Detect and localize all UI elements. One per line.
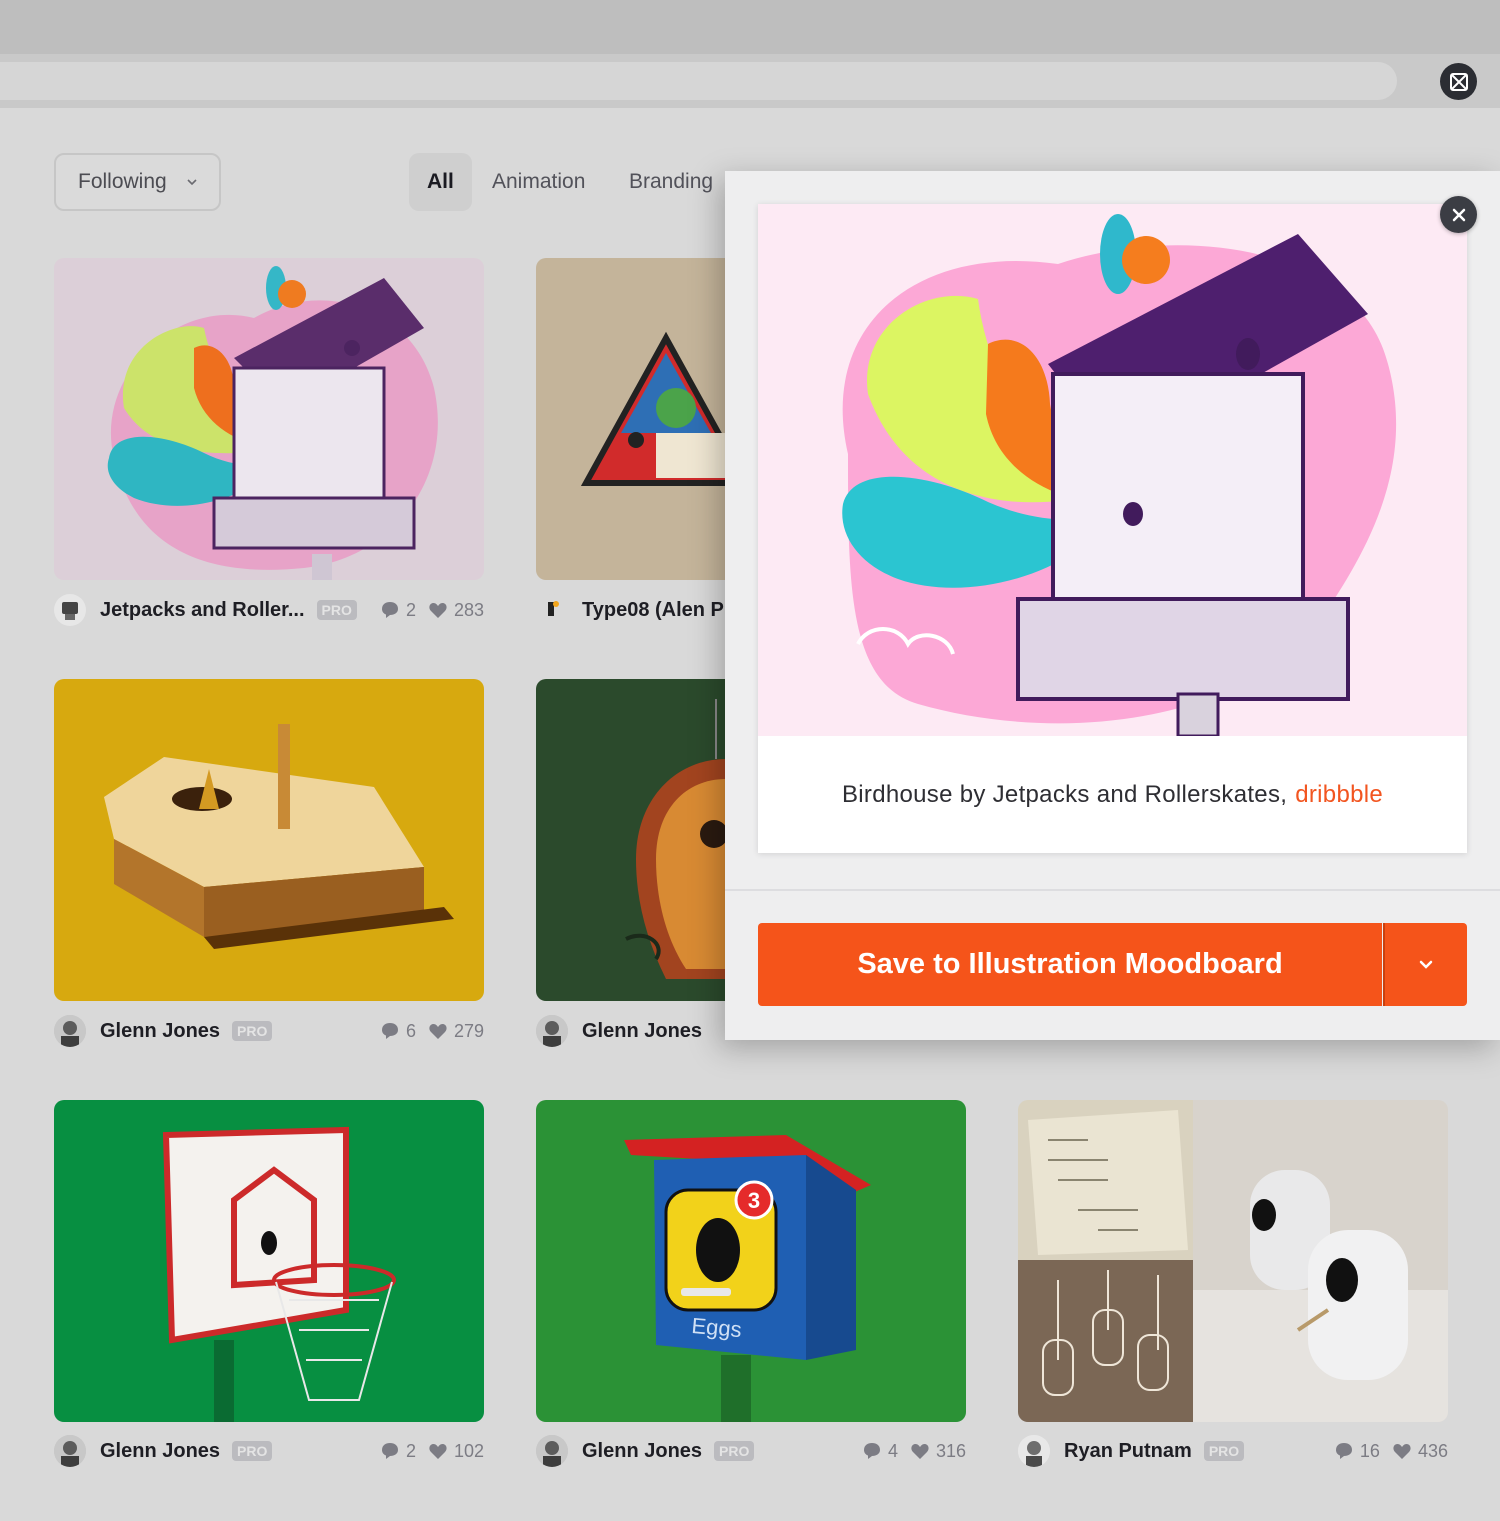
shot-thumbnail[interactable] <box>54 679 484 1001</box>
avatar[interactable] <box>54 1435 86 1467</box>
comment-icon <box>863 1443 880 1459</box>
pro-badge: PRO <box>1203 1441 1245 1461</box>
author-name[interactable]: Glenn Jones <box>582 1440 702 1463</box>
browser-titlebar <box>0 0 1500 54</box>
tab-animation-label: Animation <box>492 170 586 193</box>
comment-count: 16 <box>1359 1440 1380 1461</box>
heart-icon <box>911 1444 929 1459</box>
like-count: 316 <box>935 1440 966 1461</box>
close-icon[interactable] <box>1440 196 1477 233</box>
shot-meta: Ryan Putnam PRO 16 436 <box>1018 1431 1448 1471</box>
shot-meta: Glenn Jones PRO 4 316 <box>536 1431 966 1471</box>
like-count: 436 <box>1417 1440 1448 1461</box>
save-to-moodboard-button[interactable]: Save to Illustration Moodboard <box>758 923 1382 1006</box>
shot-stats: 6 279 <box>380 1021 484 1042</box>
comment-count: 2 <box>405 1440 416 1461</box>
comment-count: 2 <box>405 599 416 620</box>
extension-icon[interactable] <box>1440 63 1477 100</box>
shot-meta: Glenn Jones PRO 6 279 <box>54 1011 484 1051</box>
address-bar[interactable] <box>0 62 1397 100</box>
avatar[interactable] <box>536 1015 568 1047</box>
pro-badge: PRO <box>232 1441 273 1461</box>
chevron-down-icon <box>185 175 199 189</box>
author-name[interactable]: Jetpacks and Roller... <box>100 599 305 622</box>
source-link[interactable]: dribbble <box>1295 781 1383 809</box>
tab-all-label: All <box>427 170 454 193</box>
avatar[interactable] <box>54 594 86 626</box>
shot-meta: Jetpacks and Roller... PRO 2 283 <box>54 590 484 630</box>
like-count: 279 <box>453 1020 484 1041</box>
comment-count: 6 <box>405 1020 416 1041</box>
save-button-label: Save to Illustration Moodboard <box>857 948 1283 980</box>
comment-icon <box>1335 1443 1352 1459</box>
preview-card: Birdhouse by Jetpacks and Rollerskates, … <box>758 204 1467 853</box>
shot-thumbnail[interactable]: 3 Eggs <box>536 1100 966 1422</box>
comment-icon <box>381 1023 398 1039</box>
tab-all[interactable]: All <box>409 153 472 211</box>
tab-animation[interactable]: Animation <box>492 153 585 211</box>
shot-thumbnail[interactable] <box>54 258 484 580</box>
avatar[interactable] <box>536 594 568 626</box>
author-name[interactable]: Glenn Jones <box>100 1440 220 1463</box>
heart-icon <box>429 603 447 618</box>
chevron-down-icon <box>1419 960 1433 969</box>
following-label: Following <box>78 170 167 193</box>
author-name[interactable]: Glenn Jones <box>100 1020 220 1043</box>
comment-count: 4 <box>887 1440 898 1461</box>
preview-image <box>758 204 1467 736</box>
shot-stats: 4 316 <box>862 1441 966 1462</box>
heart-icon <box>1393 1444 1411 1459</box>
heart-icon <box>429 1024 447 1039</box>
author-name[interactable]: Glenn Jones <box>582 1020 702 1043</box>
author-name[interactable]: Ryan Putnam <box>1064 1440 1192 1463</box>
author-name[interactable]: Type08 (Alen P <box>582 599 724 622</box>
like-count: 283 <box>453 599 484 620</box>
shot-stats: 16 436 <box>1334 1441 1448 1462</box>
pro-badge: PRO <box>316 600 357 620</box>
like-count: 102 <box>453 1440 484 1461</box>
tab-branding-label: Branding <box>629 170 714 193</box>
image-caption: Birdhouse by Jetpacks and Rollerskates, … <box>758 736 1467 853</box>
heart-icon <box>429 1444 447 1459</box>
caption-text: Birdhouse by Jetpacks and Rollerskates, <box>841 780 1288 808</box>
tab-branding[interactable]: Branding <box>629 153 713 211</box>
following-dropdown[interactable]: Following <box>54 153 221 211</box>
avatar[interactable] <box>1018 1435 1050 1467</box>
comment-icon <box>381 602 398 618</box>
shot-meta: Glenn Jones PRO 2 102 <box>54 1431 484 1471</box>
pro-badge: PRO <box>232 1021 273 1041</box>
notification-badge: 3 <box>748 1188 760 1213</box>
moodboard-dropdown-button[interactable] <box>1383 923 1467 1006</box>
shot-thumbnail[interactable] <box>1018 1100 1448 1422</box>
comment-icon <box>381 1443 398 1459</box>
pro-badge: PRO <box>714 1441 755 1461</box>
eggs-label: Eggs <box>691 1313 743 1342</box>
shot-stats: 2 102 <box>380 1441 484 1462</box>
avatar[interactable] <box>536 1435 568 1467</box>
avatar[interactable] <box>54 1015 86 1047</box>
shot-thumbnail[interactable] <box>54 1100 484 1422</box>
modal-divider <box>725 889 1500 891</box>
shot-stats: 2 283 <box>380 600 484 621</box>
